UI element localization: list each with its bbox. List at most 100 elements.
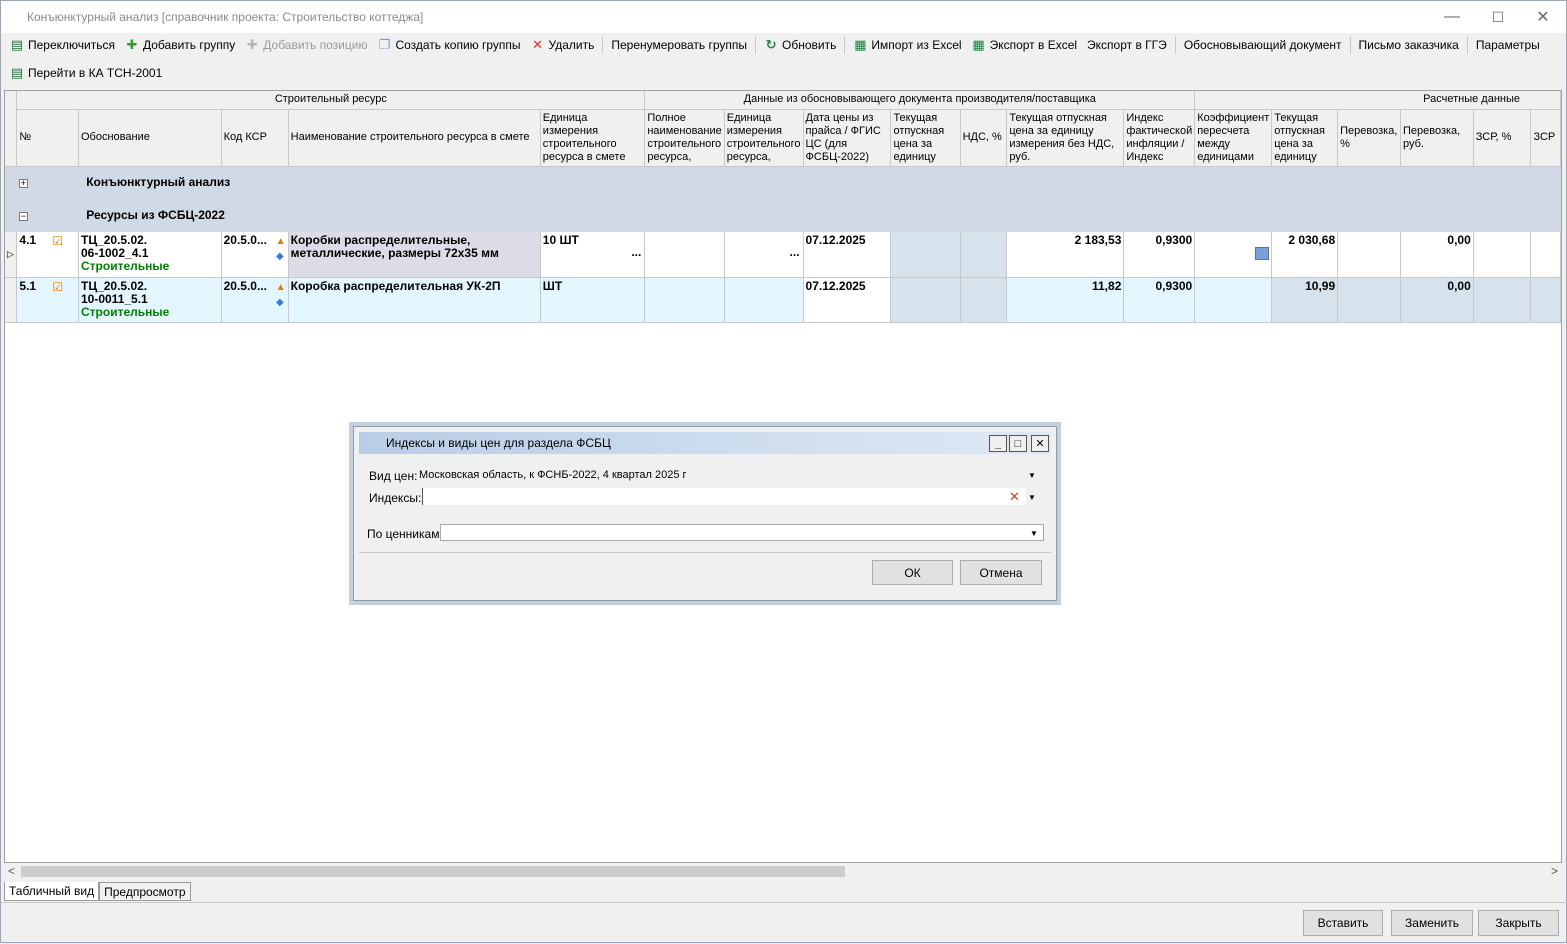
basis-document-button[interactable]: Обосновывающий документ bbox=[1179, 34, 1347, 56]
dialog-minimize-icon[interactable]: _ bbox=[989, 435, 1007, 452]
col-header-price-date[interactable]: Дата цены из прайса / ФГИС ЦС (для ФСБЦ-… bbox=[803, 109, 892, 167]
cell-sup-unit[interactable] bbox=[724, 277, 804, 323]
col-header-sup-unit[interactable]: Единица измерения строительного ресурса, bbox=[724, 109, 804, 167]
cell-unit[interactable]: ШТ bbox=[540, 277, 646, 323]
cell-coef[interactable] bbox=[1194, 232, 1273, 278]
checked-edit-icon[interactable]: ☑ bbox=[52, 235, 63, 248]
customer-letter-button[interactable]: Письмо заказчика bbox=[1354, 34, 1464, 56]
horizontal-scrollbar[interactable]: < > bbox=[4, 863, 1562, 880]
export-gge-button[interactable]: Экспорт в ГГЭ bbox=[1082, 34, 1172, 56]
cell-price-date[interactable]: 07.12.2025 bbox=[803, 232, 892, 278]
col-header-basis[interactable]: Обоснование bbox=[78, 109, 222, 167]
cell-transport-rub[interactable]: 0,00 bbox=[1400, 277, 1474, 323]
cell-basis[interactable]: ТЦ_20.5.02. 06-1002_4.1 Строительные bbox=[78, 232, 222, 278]
cell-num[interactable]: 5.1 ☑ bbox=[16, 277, 79, 323]
switch-button[interactable]: ▤ Переключиться bbox=[5, 34, 120, 56]
calculator-icon[interactable] bbox=[1255, 247, 1270, 260]
chevron-down-icon[interactable]: ▼ bbox=[1028, 471, 1036, 480]
col-header-vat[interactable]: НДС, % bbox=[960, 109, 1008, 167]
cell-index[interactable]: 0,9300 bbox=[1123, 277, 1196, 323]
cell-transport-pct[interactable] bbox=[1337, 277, 1401, 323]
ok-button[interactable]: ОК bbox=[872, 560, 953, 585]
cell-vat[interactable] bbox=[960, 232, 1008, 278]
parameters-button[interactable]: Параметры bbox=[1471, 34, 1545, 56]
group-row[interactable]: + Конъюнктурный анализ bbox=[5, 166, 1561, 199]
col-header-full-name[interactable]: Полное наименование строительного ресурс… bbox=[644, 109, 725, 167]
cell-sup-unit[interactable]: ... bbox=[724, 232, 804, 278]
scroll-left-arrow-icon[interactable]: < bbox=[8, 864, 15, 878]
goto-ka-button[interactable]: ▤ Перейти в КА ТСН-2001 bbox=[5, 62, 167, 84]
col-header-zsr[interactable]: ЗСР bbox=[1530, 109, 1561, 167]
cell-cur-price[interactable] bbox=[890, 277, 961, 323]
renumber-button[interactable]: Перенумеровать группы bbox=[606, 34, 752, 56]
cell-coef[interactable] bbox=[1194, 277, 1273, 323]
group-row[interactable]: − Ресурсы из ФСБЦ-2022 bbox=[5, 199, 1561, 232]
copy-group-button[interactable]: ❐ Создать копию группы bbox=[372, 34, 525, 56]
chevron-down-icon[interactable]: ▼ bbox=[1030, 529, 1038, 538]
cell-cur-price-novat[interactable]: 2 183,53 bbox=[1006, 232, 1125, 278]
cell-full-name[interactable] bbox=[644, 232, 725, 278]
pricelist-select[interactable] bbox=[440, 524, 1044, 541]
col-header-index[interactable]: Индекс фактической инфляции / Индекс bbox=[1123, 109, 1196, 167]
sup-unit-ellipsis-button[interactable]: ... bbox=[790, 246, 800, 259]
col-header-unit[interactable]: Единица измерения строительного ресурса … bbox=[540, 109, 646, 167]
indexes-input[interactable] bbox=[422, 488, 1026, 505]
col-header-ksr[interactable]: Код КСР bbox=[221, 109, 289, 167]
cell-full-name[interactable] bbox=[644, 277, 725, 323]
close-window-button[interactable]: ✕ bbox=[1520, 1, 1566, 33]
cell-zsr-pct[interactable] bbox=[1473, 232, 1532, 278]
cell-ksr[interactable]: 20.5.0... ▲ ◆ bbox=[221, 277, 289, 323]
table-row[interactable]: 5.1 ☑ ТЦ_20.5.02. 10-0011_5.1 Строительн… bbox=[5, 277, 1561, 323]
replace-button[interactable]: Заменить bbox=[1391, 910, 1473, 936]
col-header-cur-price-novat[interactable]: Текущая отпускная цена за единицу измере… bbox=[1006, 109, 1125, 167]
collapse-toggle[interactable]: − bbox=[18, 212, 28, 221]
cell-price-date[interactable]: 07.12.2025 bbox=[803, 277, 892, 323]
import-excel-button[interactable]: ▦ Импорт из Excel bbox=[848, 34, 966, 56]
cell-ksr[interactable]: 20.5.0... ▲ ◆ bbox=[221, 232, 289, 278]
insert-button[interactable]: Вставить bbox=[1303, 910, 1383, 936]
scrollbar-thumb[interactable] bbox=[21, 866, 845, 877]
checked-edit-icon[interactable]: ☑ bbox=[52, 280, 63, 294]
cell-cur-price-novat[interactable]: 11,82 bbox=[1006, 277, 1125, 323]
cell-index[interactable]: 0,9300 bbox=[1123, 232, 1196, 278]
dialog-close-icon[interactable]: ✕ bbox=[1031, 435, 1049, 452]
cell-vat[interactable] bbox=[960, 277, 1008, 323]
unit-ellipsis-button[interactable]: ... bbox=[631, 246, 641, 259]
cell-cur-price2[interactable]: 2 030,68 bbox=[1271, 232, 1339, 278]
cell-name[interactable]: Коробка распределительная УК-2П bbox=[288, 277, 541, 323]
cell-cur-price2[interactable]: 10,99 bbox=[1271, 277, 1339, 323]
cell-zsr[interactable] bbox=[1530, 232, 1561, 278]
col-header-transport-pct[interactable]: Перевозка, % bbox=[1337, 109, 1401, 167]
chevron-down-icon[interactable]: ▼ bbox=[1028, 493, 1036, 502]
close-button[interactable]: Закрыть bbox=[1478, 910, 1559, 936]
table-row[interactable]: ▷ 4.1 ☑ ТЦ_20.5.02. 06-1002_4.1 Строител… bbox=[5, 232, 1561, 278]
cell-transport-rub[interactable]: 0,00 bbox=[1400, 232, 1474, 278]
add-position-button[interactable]: ✚ Добавить позицию bbox=[240, 34, 372, 56]
dialog-maximize-icon[interactable]: □ bbox=[1009, 435, 1027, 452]
cell-num[interactable]: 4.1 ☑ bbox=[16, 232, 79, 278]
cell-zsr-pct[interactable] bbox=[1473, 277, 1532, 323]
cell-zsr[interactable] bbox=[1530, 277, 1561, 323]
delete-button[interactable]: ✕ Удалить bbox=[526, 34, 600, 56]
col-header-num[interactable]: № bbox=[16, 109, 79, 167]
refresh-button[interactable]: ↻ Обновить bbox=[759, 34, 841, 56]
tab-table-view[interactable]: Табличный вид bbox=[4, 882, 100, 901]
add-group-button[interactable]: ✚ Добавить группу bbox=[120, 34, 240, 56]
col-header-coef[interactable]: Коэффициент пересчета между единицами bbox=[1194, 109, 1273, 167]
cancel-button[interactable]: Отмена bbox=[960, 560, 1042, 585]
clear-icon[interactable]: ✕ bbox=[1009, 489, 1020, 505]
col-header-cur-price[interactable]: Текущая отпускная цена за единицу bbox=[890, 109, 961, 167]
col-header-transport-rub[interactable]: Перевозка, руб. bbox=[1400, 109, 1474, 167]
cell-cur-price[interactable] bbox=[890, 232, 961, 278]
cell-transport-pct[interactable] bbox=[1337, 232, 1401, 278]
expand-toggle[interactable]: + bbox=[18, 179, 28, 189]
export-excel-button[interactable]: ▦ Экспорт в Excel bbox=[967, 34, 1082, 56]
price-type-select[interactable]: Московская область, к ФСНБ-2022, 4 кварт… bbox=[416, 467, 1040, 484]
cell-unit[interactable]: 10 ШТ ... bbox=[540, 232, 646, 278]
cell-basis[interactable]: ТЦ_20.5.02. 10-0011_5.1 Строительные bbox=[78, 277, 222, 323]
col-header-cur-price2[interactable]: Текущая отпускная цена за единицу bbox=[1271, 109, 1339, 167]
maximize-button[interactable]: ☐ bbox=[1475, 1, 1521, 33]
col-header-name[interactable]: Наименование строительного ресурса в сме… bbox=[288, 109, 541, 167]
cell-name[interactable]: Коробки распределительные, металлические… bbox=[288, 232, 541, 278]
tab-preview[interactable]: Предпросмотр bbox=[99, 882, 191, 901]
